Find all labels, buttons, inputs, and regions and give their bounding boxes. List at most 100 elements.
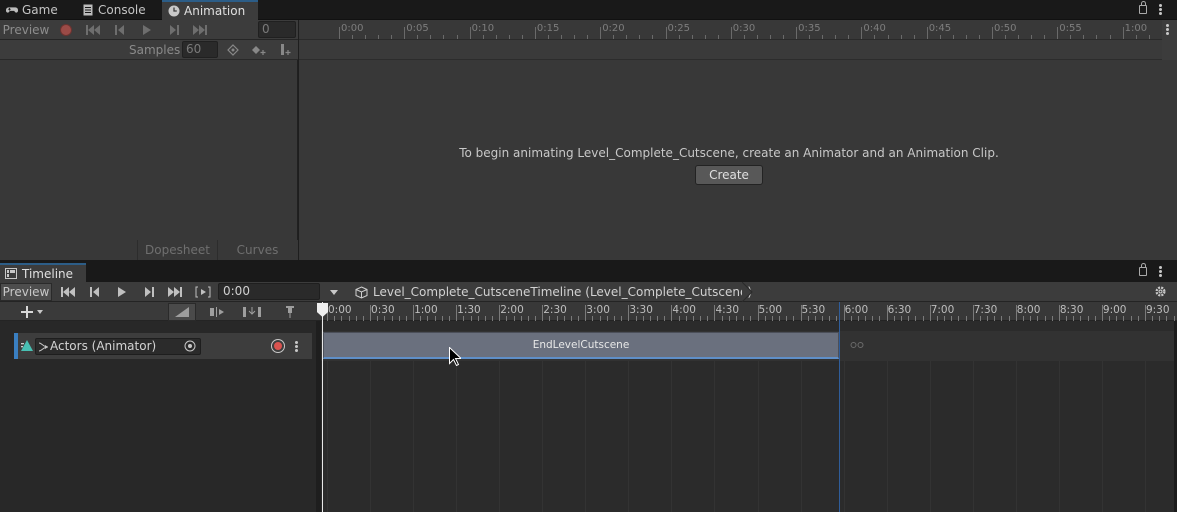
grid-line xyxy=(671,361,673,512)
grid-line xyxy=(1015,361,1017,512)
ruler-minor-tick xyxy=(835,35,837,39)
tab-dopesheet[interactable]: Dopesheet xyxy=(137,240,217,260)
marker-button[interactable] xyxy=(278,303,302,321)
ruler-minor-tick xyxy=(783,35,785,39)
infinite-loop-icon xyxy=(850,342,864,348)
ruler-label: 0:30 xyxy=(732,23,756,34)
timeline-settings-button[interactable] xyxy=(1154,285,1167,301)
animator-icon xyxy=(38,342,49,352)
timeline-breadcrumb[interactable]: Level_Complete_CutsceneTimeline (Level_C… xyxy=(355,283,752,301)
grid-line xyxy=(800,361,802,512)
lock-icon[interactable] xyxy=(1139,1,1147,14)
play-icon xyxy=(118,287,126,297)
grid-line xyxy=(972,361,974,512)
frame-field[interactable]: 0 xyxy=(258,21,296,38)
animation-view-tabs: Dopesheet Curves xyxy=(0,240,298,260)
ruler-major-tick xyxy=(730,27,732,39)
tab-animation[interactable]: Animation xyxy=(162,0,258,20)
ruler-minor-tick xyxy=(561,35,563,39)
more-options-icon[interactable] xyxy=(1159,4,1162,15)
tl-goto-end-button[interactable] xyxy=(163,283,187,301)
ruler-label: 0:05 xyxy=(406,23,429,34)
timeline-selector-dropdown[interactable] xyxy=(326,283,342,301)
ruler-minor-tick xyxy=(704,35,706,39)
tl-prev-frame-button[interactable] xyxy=(83,283,107,301)
animation-time-ruler[interactable]: 0:00 0:05 0:10 0:15 0:20 0:25 0:30 0:35 0:40 0:45… xyxy=(299,20,1176,40)
add-keyframe-button[interactable] xyxy=(226,43,240,60)
samples-field[interactable]: 60 xyxy=(182,41,218,58)
tab-console[interactable]: Console xyxy=(76,0,160,20)
first-key-button[interactable] xyxy=(81,21,105,39)
cube-icon xyxy=(355,285,368,299)
clip-edit-ripple-button[interactable] xyxy=(204,303,232,321)
timeline-more-icon[interactable] xyxy=(1159,266,1162,277)
object-picker-button[interactable] xyxy=(184,340,196,355)
add-keyframe-plus-button[interactable] xyxy=(251,43,267,60)
track-record-button[interactable] xyxy=(271,339,285,353)
tab-curves[interactable]: Curves xyxy=(217,240,297,260)
ruler-minor-tick xyxy=(1044,35,1046,39)
gamepad-icon xyxy=(6,7,18,13)
tl-play-range-button[interactable] xyxy=(191,283,215,301)
ruler-major-tick xyxy=(926,27,928,39)
tab-game[interactable]: Game xyxy=(0,0,74,20)
mouse-cursor-icon xyxy=(449,347,461,366)
animation-more-icon[interactable] xyxy=(1166,24,1169,35)
prev-key-button[interactable] xyxy=(108,21,132,39)
skip-to-start-icon xyxy=(86,25,100,35)
timeline-time-field[interactable]: 0:00 xyxy=(218,283,320,300)
animation-empty-message: To begin animating Level_Complete_Cutsce… xyxy=(459,146,999,160)
ruler-label: 2:30 xyxy=(543,304,567,316)
play-button[interactable] xyxy=(135,21,159,39)
clip-edit-mix-button[interactable] xyxy=(168,303,196,321)
track-binding-field[interactable]: Actors (Animator) xyxy=(35,338,201,355)
plus-icon xyxy=(21,306,43,318)
create-button[interactable]: Create xyxy=(695,165,763,185)
ruler-minor-tick xyxy=(508,35,510,39)
ruler-major-tick xyxy=(861,27,863,39)
step-back-icon xyxy=(90,287,99,297)
add-event-button[interactable] xyxy=(278,43,292,60)
tl-next-frame-button[interactable] xyxy=(137,283,161,301)
ruler-minor-tick xyxy=(430,35,432,39)
ruler-major-tick xyxy=(339,27,340,39)
ruler-major-tick xyxy=(1122,27,1124,39)
grid-line xyxy=(1144,361,1146,512)
tab-timeline[interactable]: Timeline xyxy=(0,263,86,282)
ruler-minor-tick xyxy=(1135,35,1137,39)
ruler-label: 7:00 xyxy=(930,304,955,316)
last-key-button[interactable] xyxy=(188,21,212,39)
ruler-minor-tick xyxy=(1148,35,1150,39)
playhead-line xyxy=(322,302,323,512)
add-track-button[interactable] xyxy=(16,303,48,321)
animation-preview-button[interactable]: Preview xyxy=(0,21,52,39)
ruler-label: 3:30 xyxy=(629,304,653,316)
record-button[interactable] xyxy=(55,21,77,39)
gear-icon xyxy=(1155,286,1166,297)
ruler-minor-tick xyxy=(678,35,680,39)
console-icon xyxy=(83,4,93,16)
breadcrumb-label: Level_Complete_CutsceneTimeline (Level_C… xyxy=(373,285,753,299)
timeline-preview-button[interactable]: Preview xyxy=(0,283,52,301)
clip-edit-replace-button[interactable] xyxy=(237,303,267,321)
animation-event-strip xyxy=(299,40,1162,60)
skip-to-start-icon xyxy=(61,287,75,297)
step-back-icon xyxy=(115,25,124,35)
ruler-label: 1:00 xyxy=(1124,23,1148,34)
animation-ruler-gutter xyxy=(1162,20,1177,60)
ruler-label: 4:30 xyxy=(715,304,740,316)
grid-line xyxy=(886,361,888,512)
record-icon xyxy=(274,342,282,350)
tl-goto-start-button[interactable] xyxy=(56,283,80,301)
timeline-lock-icon[interactable] xyxy=(1139,263,1147,276)
track-options-icon[interactable] xyxy=(295,341,298,352)
animation-track-icon xyxy=(21,340,33,351)
animation-clip[interactable]: EndLevelCutscene xyxy=(323,332,839,359)
tab-animation-label: Animation xyxy=(184,4,246,18)
samples-row: Samples 60 xyxy=(0,40,298,60)
ruler-label: 0:15 xyxy=(536,23,560,34)
tl-play-button[interactable] xyxy=(110,283,134,301)
timeline-time-ruler[interactable]: 0:00 0:30 1:00 1:30 2:00 2:30 3:00 3:30 4:00 4:30… xyxy=(321,302,1177,321)
next-key-button[interactable] xyxy=(162,21,186,39)
ruler-label: 0:45 xyxy=(928,23,952,34)
